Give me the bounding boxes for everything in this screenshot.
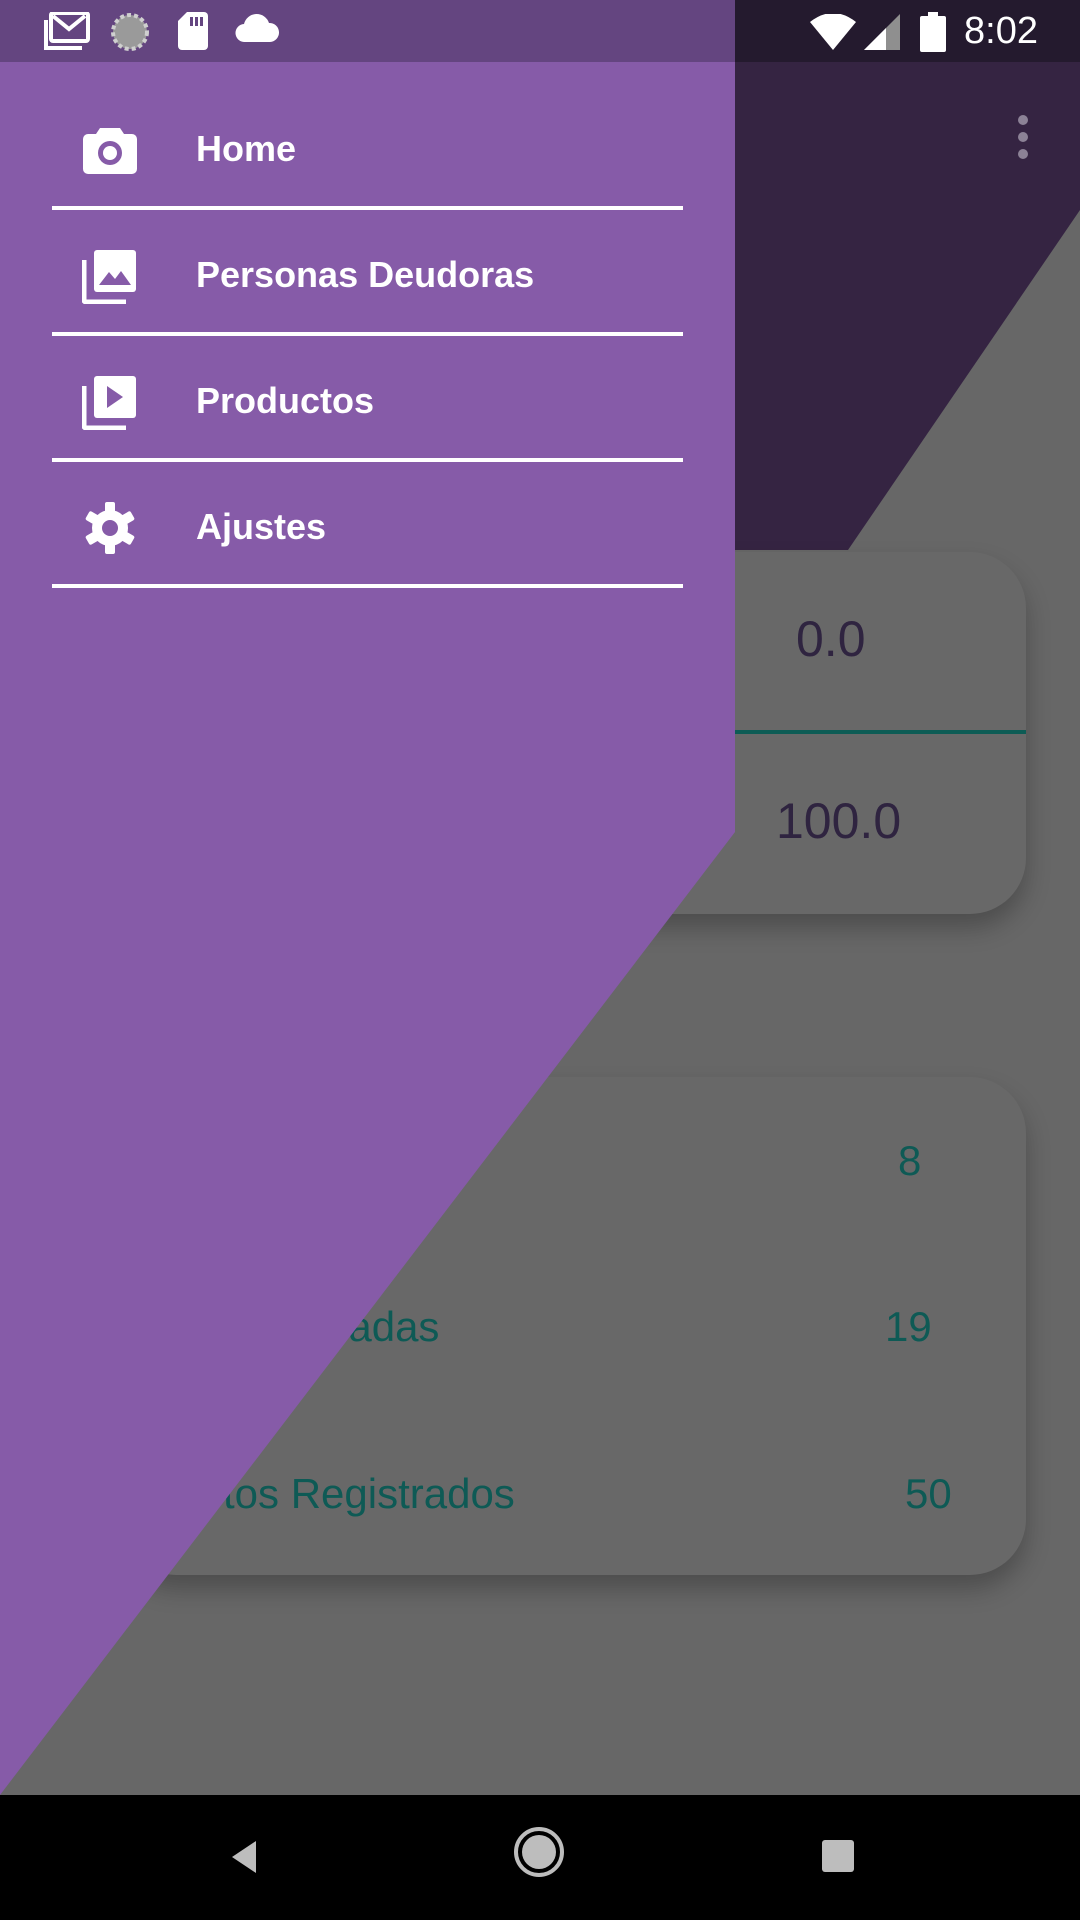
drawer-item-label: Home	[196, 128, 297, 169]
stat-value-2: 19	[885, 1303, 932, 1350]
home-icon[interactable]	[510, 1823, 568, 1881]
drawer-item-label: Productos	[196, 380, 375, 421]
status-bar: 8:02	[0, 0, 1080, 62]
signal-icon	[864, 14, 900, 50]
status-time: 8:02	[964, 10, 1038, 52]
battery-icon	[920, 12, 946, 52]
stat-value-3: 50	[905, 1470, 952, 1517]
camera-icon	[83, 128, 137, 174]
photo-library-icon	[82, 250, 136, 304]
balance-value-top: 0.0	[796, 611, 866, 667]
gmail-icon	[44, 12, 90, 50]
balance-value-bottom: 100.0	[776, 793, 902, 849]
drawer-item-label: Personas Deudoras	[196, 254, 535, 295]
back-icon[interactable]	[220, 1827, 266, 1887]
drawer-item-personas-deudoras[interactable]: Personas Deudoras	[52, 212, 683, 336]
wifi-icon	[810, 14, 856, 50]
system-navigation-bar	[0, 1795, 1080, 1920]
drawer-item-ajustes[interactable]: Ajustes	[52, 464, 683, 588]
video-library-icon	[82, 376, 136, 430]
stat-value-1: 8	[898, 1137, 922, 1184]
sync-icon	[111, 13, 149, 51]
cloud-icon	[235, 14, 279, 43]
recents-icon[interactable]	[818, 1827, 858, 1887]
gear-icon	[85, 502, 135, 554]
sd-card-icon	[178, 12, 208, 50]
drawer-item-label: Ajustes	[196, 506, 327, 547]
drawer-item-productos[interactable]: Productos	[52, 338, 683, 462]
stat-label-3: ctos Registrados	[202, 1470, 515, 1517]
drawer-item-home[interactable]: Home	[52, 86, 683, 210]
overflow-menu-icon[interactable]	[1006, 110, 1040, 164]
